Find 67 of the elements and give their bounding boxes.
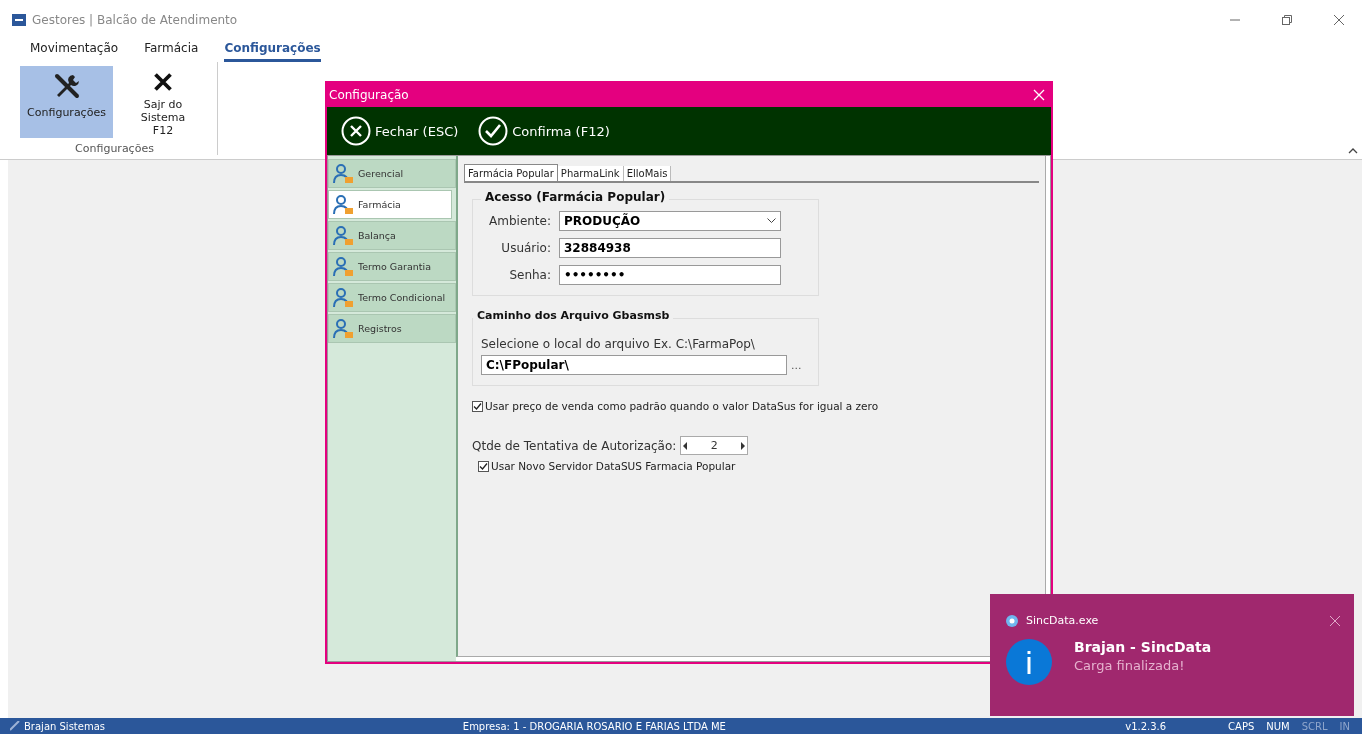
group-title: Acesso (Farmácia Popular): [481, 190, 670, 204]
sidebar-item[interactable]: Termo Condicional: [328, 283, 456, 312]
app-logo-icon: [12, 14, 26, 26]
collapse-icon[interactable]: [1348, 147, 1358, 155]
ribbon-button[interactable]: Sajr do Sistema F12: [117, 66, 209, 138]
right-arrow-icon[interactable]: [740, 441, 746, 450]
checkbox-label: Usar Novo Servidor DataSUS Farmacia Popular: [491, 460, 736, 472]
field-label: Ambiente:: [488, 214, 552, 228]
user-icon: [332, 255, 354, 278]
key-indicator: NUM: [1266, 720, 1290, 732]
sidebar-item[interactable]: Farmácia: [328, 190, 452, 219]
menu-tab[interactable]: Movimentação: [30, 40, 119, 62]
menu-tab[interactable]: Configurações: [224, 40, 321, 62]
version: v1.2.3.6: [1125, 720, 1168, 732]
sidebar-item[interactable]: Gerencial: [328, 159, 456, 188]
attempts-spinner[interactable]: 2: [680, 436, 749, 455]
sidebar-item[interactable]: Balança: [328, 221, 456, 250]
close-icon[interactable]: [1334, 15, 1344, 25]
tab[interactable]: ElloMais: [623, 166, 672, 181]
dropdown-field[interactable]: PRODUÇÃO: [559, 211, 781, 231]
sidebar-item[interactable]: Registros: [328, 314, 456, 343]
confirm-button[interactable]: Confirma (F12): [478, 116, 610, 146]
window-title: Gestores | Balcão de Atendimento: [32, 13, 239, 27]
key-indicator: SCRL: [1301, 720, 1328, 732]
sidebar-item[interactable]: Termo Garantia: [328, 252, 456, 281]
company-info: Empresa: 1 - DROGARIA ROSARIO E FARIAS LTDA ME: [462, 720, 727, 732]
path-field[interactable]: C:\FPopular\: [481, 355, 787, 375]
group-title: Caminho dos Arquivo Gbasmsb: [473, 309, 674, 322]
restore-icon[interactable]: [1282, 15, 1292, 25]
field-label: Senha:: [508, 268, 552, 282]
key-indicator: IN: [1339, 720, 1350, 732]
logo-icon: [10, 721, 20, 731]
company-name: Brajan Sistemas: [24, 720, 105, 732]
menu-tab[interactable]: Farmácia: [144, 40, 199, 62]
user-icon: [332, 286, 354, 309]
app-name: SincData.exe: [1026, 614, 1100, 627]
user-icon: [332, 193, 354, 216]
user-icon: [332, 162, 354, 185]
browse-button[interactable]: ...: [791, 358, 802, 372]
circle-check-icon: [478, 116, 509, 146]
tab[interactable]: PharmaLink: [557, 166, 624, 181]
app-icon: [1006, 614, 1018, 627]
caret-icon: [767, 218, 776, 224]
close-icon[interactable]: [1330, 615, 1340, 626]
left-arrow-icon[interactable]: [683, 441, 689, 450]
group-label: Configurações: [75, 142, 154, 155]
field-hint: Selecione o local do arquivo Ex. C:\FarmaPop\: [481, 337, 756, 351]
user-icon: [332, 224, 354, 247]
checkbox-label: Usar preço de venda como padrão quando o valor DataSus for igual a zero: [485, 400, 879, 412]
close-button[interactable]: Fechar (ESC): [341, 116, 459, 146]
field-label: Usuário:: [500, 241, 552, 255]
input-field[interactable]: ••••••••: [559, 265, 781, 285]
notification-message: Carga finalizada!: [1074, 658, 1186, 673]
close-x-icon: [151, 72, 175, 92]
checkbox[interactable]: [472, 400, 483, 412]
user-icon: [332, 317, 354, 340]
tab[interactable]: Farmácia Popular: [464, 164, 558, 181]
ribbon-button[interactable]: Configurações: [20, 66, 113, 138]
checkbox[interactable]: [478, 460, 489, 472]
tools-icon: [52, 72, 81, 100]
dialog-title: Configuração: [329, 88, 409, 102]
info-icon: [1006, 639, 1052, 685]
field-label: Qtde de Tentativa de Autorização:: [472, 438, 677, 453]
input-field[interactable]: 32884938: [559, 238, 781, 258]
key-indicator: CAPS: [1228, 720, 1255, 732]
notification-title: Brajan - SincData: [1074, 639, 1212, 655]
circle-x-icon: [341, 116, 371, 146]
